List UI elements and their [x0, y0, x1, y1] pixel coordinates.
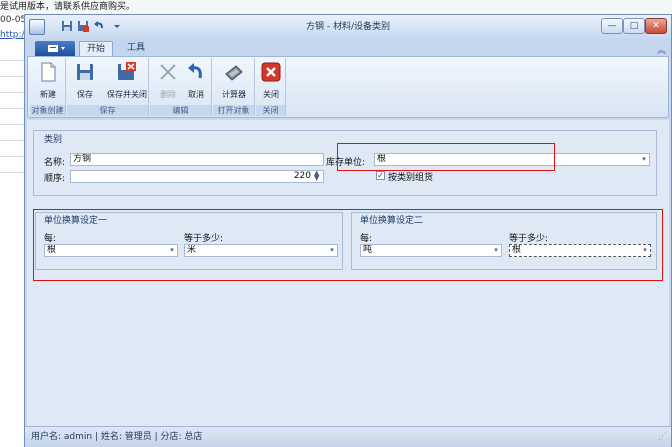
save-close-label: 保存并关闭: [107, 90, 147, 99]
delete-button[interactable]: 删除: [154, 62, 182, 104]
group-by-category-checkbox[interactable]: ✓: [376, 171, 385, 180]
group-by-category-label: 按类别组货: [388, 173, 434, 183]
save-close-button[interactable]: 保存并关闭: [107, 62, 147, 104]
background-divider: [0, 60, 24, 61]
save-button[interactable]: 保存: [71, 62, 99, 104]
calculator-icon: [225, 65, 243, 81]
status-bar: 用户名: admin | 姓名: 管理员 | 分店: 总店 ⋰: [25, 426, 671, 447]
order-label: 顺序:: [44, 174, 66, 184]
ribbon-collapse-icon[interactable]: ︽: [657, 43, 666, 56]
cancel-label: 取消: [188, 90, 204, 99]
save-close-icon: [118, 62, 136, 80]
chevron-down-icon[interactable]: ▾: [639, 154, 649, 165]
group-label-edit: 编辑: [150, 105, 211, 116]
delete-label: 删除: [160, 90, 176, 99]
status-text: 用户名: admin | 姓名: 管理员 | 分店: 总店: [31, 432, 203, 442]
form-content: 类别 名称: 方钢 顺序: 220 ▲ ▼ 库存单位: 根 ▾ ✓ 按类别组货 单…: [27, 120, 669, 426]
resize-grip-icon[interactable]: ⋰: [658, 427, 667, 447]
background-divider: [0, 156, 24, 157]
close-form-button[interactable]: 关闭: [257, 62, 285, 104]
close-icon: [261, 62, 281, 82]
background-divider: [0, 92, 24, 93]
cancel-button[interactable]: 取消: [182, 62, 210, 104]
file-menu-tab[interactable]: [35, 41, 75, 56]
file-menu-icon: [48, 45, 65, 52]
new-document-icon: [41, 62, 56, 82]
order-spin-input[interactable]: 220: [70, 170, 324, 183]
calculator-button[interactable]: 计算器: [220, 62, 248, 104]
group-edit: 删除 取消 编辑: [150, 58, 212, 116]
group-save: 保存 保存并关闭 保存: [67, 58, 149, 116]
save-label: 保存: [77, 90, 93, 99]
group-label-open: 打开对象: [213, 105, 254, 116]
tab-tools[interactable]: 工具: [119, 41, 153, 56]
category-legend: 类别: [44, 135, 63, 145]
highlight-stock-unit: [337, 143, 555, 171]
close-label: 关闭: [263, 90, 279, 99]
name-label: 名称:: [44, 158, 66, 168]
trial-banner: 是试用版本，请联系供应商购买。: [0, 0, 672, 14]
highlight-conversions: [33, 209, 663, 281]
title-bar[interactable]: 方钢 - 材料/设备类别 — □ ✕: [25, 15, 671, 39]
new-button[interactable]: 新建: [34, 62, 62, 104]
group-create: 新建 对象创建: [30, 58, 66, 116]
background-divider: [0, 140, 24, 141]
name-input[interactable]: 方钢: [70, 153, 324, 166]
group-close: 关闭 关闭: [256, 58, 286, 116]
group-label-create: 对象创建: [30, 105, 65, 116]
background-divider: [0, 76, 24, 77]
background-divider: [0, 172, 24, 173]
minimize-button[interactable]: —: [601, 18, 623, 34]
window-title: 方钢 - 材料/设备类别: [305, 22, 390, 32]
group-open: 计算器 打开对象: [213, 58, 255, 116]
ribbon: 新建 对象创建 保存 保存并关闭 保存 删除 取消 编辑 计算器 打开对象 关闭…: [27, 56, 669, 118]
close-button[interactable]: ✕: [645, 18, 667, 34]
tab-start[interactable]: 开始: [79, 41, 113, 56]
delete-icon: [160, 64, 176, 80]
background-divider: [0, 108, 24, 109]
calculator-label: 计算器: [222, 90, 246, 99]
group-label-close: 关闭: [256, 105, 285, 116]
spin-arrows-icon[interactable]: ▲ ▼: [314, 170, 319, 182]
maximize-button[interactable]: □: [623, 18, 645, 34]
category-window: 方钢 - 材料/设备类别 — □ ✕ 开始 工具 ︽ 新建 对象创建 保存 保存…: [24, 14, 672, 447]
undo-icon: [188, 63, 202, 79]
save-icon: [77, 64, 93, 80]
new-label: 新建: [40, 90, 56, 99]
background-divider: [0, 124, 24, 125]
group-label-save: 保存: [67, 105, 148, 116]
